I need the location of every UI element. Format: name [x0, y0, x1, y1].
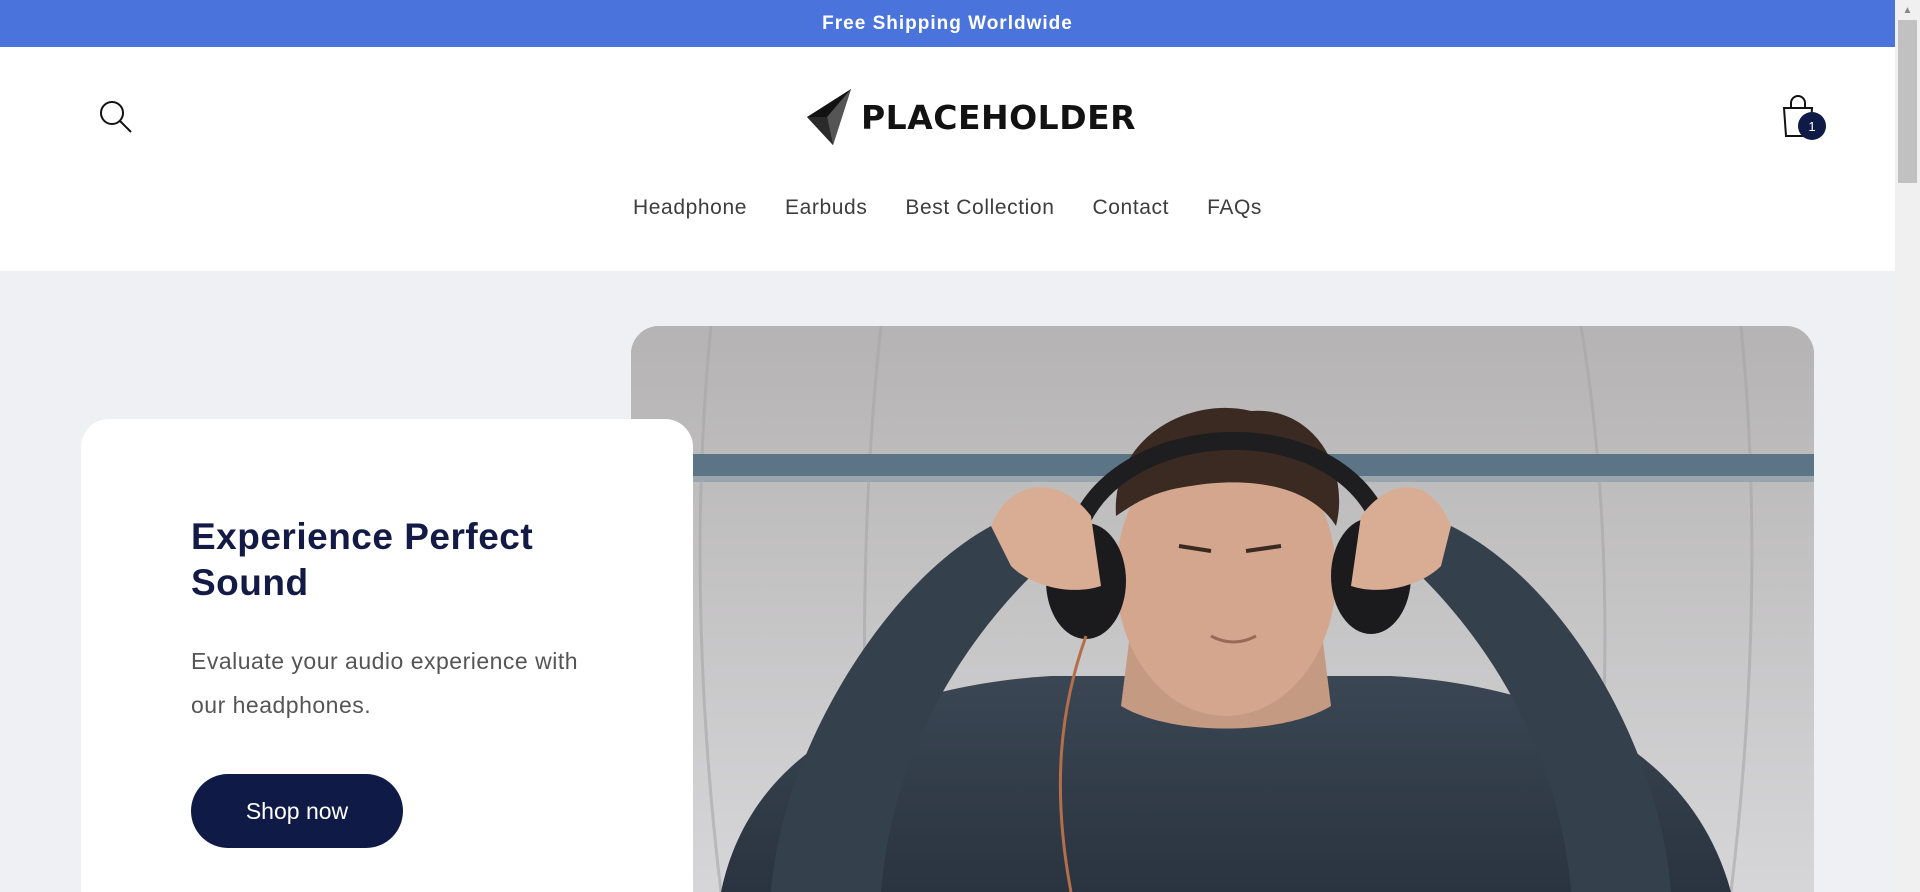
logo-mark-icon	[807, 89, 851, 145]
hero-subtitle: Evaluate your audio experience with our …	[191, 648, 579, 718]
scroll-up-arrow-icon[interactable]: ▲	[1895, 0, 1920, 20]
hero-image	[631, 326, 1814, 892]
logo-text: PLACEHOLDER	[861, 97, 1137, 137]
search-icon	[100, 101, 132, 133]
page-scrollbar[interactable]: ▲	[1895, 0, 1920, 892]
scrollbar-thumb[interactable]	[1898, 20, 1917, 183]
search-button[interactable]	[97, 98, 135, 136]
hero-title: Experience Perfect Sound	[191, 516, 534, 603]
nav-item-best-collection[interactable]: Best Collection	[886, 196, 1073, 220]
hero-photo-man-headphones	[631, 326, 1814, 892]
nav-item-contact[interactable]: Contact	[1074, 196, 1189, 220]
announcement-bar: Free Shipping Worldwide	[0, 0, 1895, 47]
nav-item-faqs[interactable]: FAQs	[1188, 196, 1281, 220]
announcement-text: Free Shipping Worldwide	[822, 12, 1073, 34]
cart-count-badge: 1	[1798, 112, 1826, 140]
shop-now-button[interactable]: Shop now	[191, 774, 403, 848]
site-header: PLACEHOLDER 1 Headphone Earbuds Best Col…	[0, 47, 1895, 271]
hero-card: Experience Perfect Sound Evaluate your a…	[81, 419, 693, 892]
site-logo[interactable]: PLACEHOLDER	[805, 87, 1136, 147]
main-nav: Headphone Earbuds Best Collection Contac…	[0, 196, 1895, 220]
nav-item-earbuds[interactable]: Earbuds	[766, 196, 886, 220]
nav-item-headphone[interactable]: Headphone	[614, 196, 766, 220]
